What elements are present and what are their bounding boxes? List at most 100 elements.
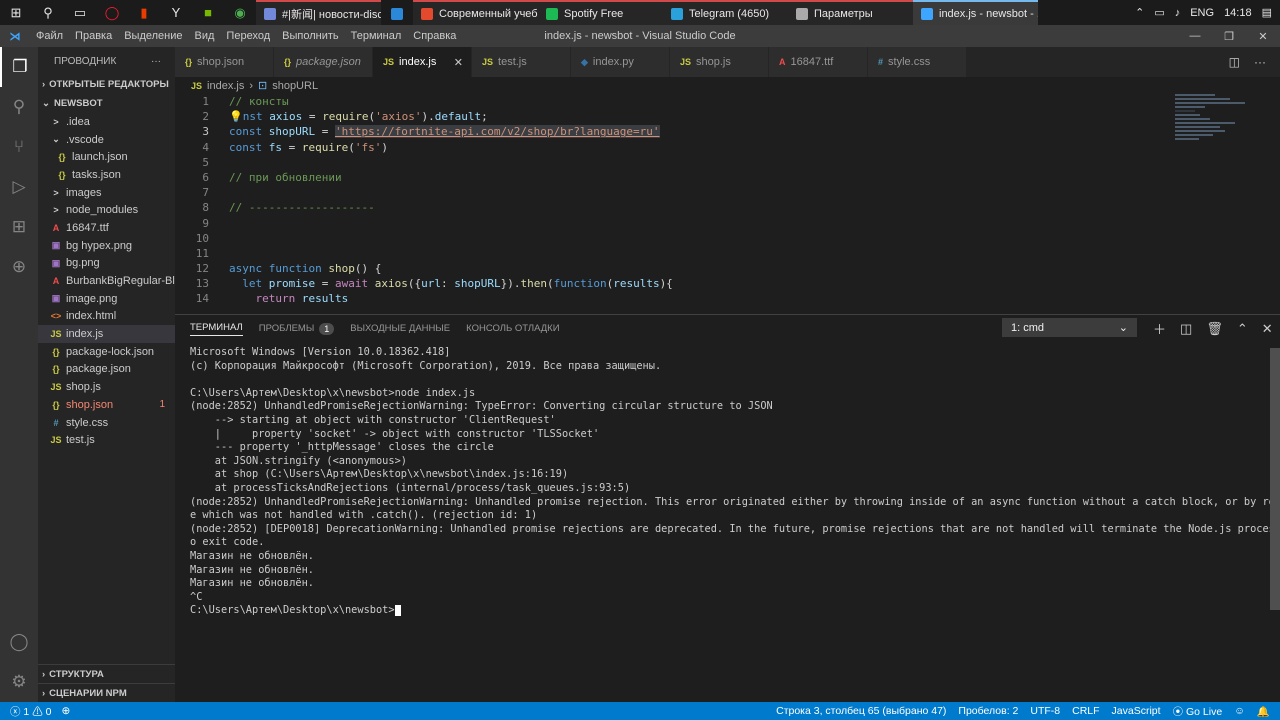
code-line[interactable]: 10 [175, 231, 1280, 246]
editor-tab[interactable]: # style.css [868, 47, 967, 77]
editor-tab[interactable]: JS shop.js [670, 47, 769, 77]
extensions-icon[interactable]: ⊞ [0, 207, 38, 247]
code-line[interactable]: 5 [175, 155, 1280, 170]
network-icon[interactable]: ▭ [1154, 6, 1164, 19]
breadcrumb-symbol[interactable]: shopURL [272, 80, 318, 92]
code-line[interactable]: 12 async function shop() { [175, 261, 1280, 276]
volume-icon[interactable]: ♪ [1175, 7, 1181, 19]
code-editor[interactable]: 1// консты 2 💡nst axios = require('axios')… [175, 94, 1280, 314]
new-terminal-icon[interactable]: ＋ [1153, 319, 1166, 338]
code-line[interactable]: 4 const fs = require('fs') [175, 140, 1280, 155]
search-view-icon[interactable]: ⚲ [0, 87, 38, 127]
tree-item[interactable]: # style.css [38, 414, 175, 432]
panel-tab[interactable]: ПРОБЛЕМЫ 1 [259, 315, 351, 342]
chrome-icon[interactable]: ◉ [224, 0, 256, 25]
panel-tab[interactable]: КОНСОЛЬ ОТЛАДКИ [466, 315, 575, 342]
code-line[interactable]: 6 // при обновлении [175, 170, 1280, 185]
taskbar-app[interactable]: Spotify Free [538, 0, 663, 25]
tree-item[interactable]: {} launch.json [38, 148, 175, 166]
source-control-icon[interactable]: ⑂ [0, 127, 38, 167]
taskbar-app[interactable]: Параметры [788, 0, 913, 25]
terminal-scrollbar[interactable] [1270, 348, 1280, 610]
maximize-panel-icon[interactable]: ⌃ [1237, 321, 1248, 337]
run-debug-icon[interactable]: ▷ [0, 167, 38, 207]
language-indicator[interactable]: ENG [1190, 7, 1214, 19]
office-icon[interactable]: ▮ [128, 0, 160, 25]
panel-tab[interactable]: ВЫХОДНЫЕ ДАННЫЕ [350, 315, 466, 342]
npm-scripts-section[interactable]: › СЦЕНАРИИ NPM [38, 683, 175, 702]
tree-item[interactable]: {} tasks.json [38, 166, 175, 184]
notifications-icon[interactable]: ▤ [1262, 6, 1272, 19]
breadcrumb-file[interactable]: index.js [207, 80, 244, 92]
accounts-icon[interactable]: ◯ [0, 622, 38, 662]
menu-item[interactable]: Терминал [345, 30, 408, 42]
tray-expand-icon[interactable]: ⌃ [1135, 6, 1144, 19]
code-line[interactable]: 1 // консты [175, 94, 1280, 109]
close-tab-icon[interactable]: ✕ [454, 56, 463, 69]
editor-tab[interactable]: JS index.js ✕ [373, 47, 472, 77]
menu-item[interactable]: Выделение [118, 30, 188, 42]
search-icon[interactable]: ⚲ [32, 0, 64, 25]
code-line[interactable]: 9 [175, 216, 1280, 231]
minimap[interactable] [1175, 94, 1270, 184]
code-line[interactable]: 8 // ------------------- [175, 200, 1280, 215]
language-mode[interactable]: JavaScript [1112, 705, 1161, 717]
more-actions-icon[interactable]: ··· [1254, 55, 1266, 69]
go-live-button[interactable]: ⦿ Go Live [1173, 704, 1223, 719]
yandex-icon[interactable]: Y [160, 0, 192, 25]
tree-item[interactable]: ▣ bg.png [38, 255, 175, 273]
code-line[interactable]: 14 return results [175, 291, 1280, 306]
menu-item[interactable]: Вид [189, 30, 221, 42]
terminal-selector[interactable]: 1: cmd ⌄ [1002, 318, 1137, 337]
tree-item[interactable]: > images [38, 184, 175, 202]
maximize-icon[interactable]: ❐ [1212, 30, 1246, 43]
editor-tab[interactable]: {} shop.json [175, 47, 274, 77]
taskbar-app[interactable] [381, 0, 413, 25]
taskbar-app[interactable]: index.js - newsbot - ... [913, 0, 1038, 25]
cursor-position[interactable]: Строка 3, столбец 65 (выбрано 47) [776, 705, 946, 717]
taskbar-app[interactable]: Современный учеб... [413, 0, 538, 25]
taskbar-app[interactable]: #|新闻| новости-discor... [256, 0, 381, 25]
tree-item[interactable]: {} shop.json 1 [38, 396, 175, 414]
menu-item[interactable]: Выполнить [276, 30, 344, 42]
panel-tab[interactable]: ТЕРМИНАЛ [190, 315, 259, 342]
menu-item[interactable]: Переход [220, 30, 276, 42]
remote-explorer-icon[interactable]: ⊕ [0, 247, 38, 287]
minimize-icon[interactable]: — [1178, 30, 1212, 43]
tree-item[interactable]: > .idea [38, 113, 175, 131]
menu-item[interactable]: Файл [30, 30, 69, 42]
outline-section[interactable]: › СТРУКТУРА [38, 664, 175, 683]
notifications-bell-icon[interactable]: 🔔 [1257, 705, 1270, 718]
indentation[interactable]: Пробелов: 2 [958, 705, 1018, 717]
project-section[interactable]: ⌄ NEWSBOT [38, 94, 175, 113]
line-ending[interactable]: CRLF [1072, 705, 1099, 717]
tree-item[interactable]: JS test.js [38, 431, 175, 449]
tree-item[interactable]: {} package-lock.json [38, 343, 175, 361]
windows-start-icon[interactable]: ⊞ [0, 0, 32, 25]
editor-tab[interactable]: A 16847.ttf [769, 47, 868, 77]
tree-item[interactable]: JS shop.js [38, 378, 175, 396]
tree-item[interactable]: <> index.html [38, 308, 175, 326]
editor-tab[interactable]: ◆ index.py [571, 47, 670, 77]
close-panel-icon[interactable]: ✕ [1262, 321, 1273, 337]
close-window-icon[interactable]: ✕ [1246, 30, 1280, 43]
menu-item[interactable]: Правка [69, 30, 118, 42]
more-actions-icon[interactable]: ··· [151, 56, 161, 67]
task-view-icon[interactable]: ▭ [64, 0, 96, 25]
tree-item[interactable]: JS index.js [38, 325, 175, 343]
problems-status[interactable]: ⓧ 1 ⚠ 0 [10, 704, 51, 719]
kill-terminal-icon[interactable]: 🗑 [1206, 321, 1223, 337]
editor-tab[interactable]: {} package.json [274, 47, 373, 77]
tree-item[interactable]: {} package.json [38, 361, 175, 379]
tree-item[interactable]: ▣ bg hypex.png [38, 237, 175, 255]
code-line[interactable]: 7 [175, 185, 1280, 200]
code-line[interactable]: 3 const shopURL = 'https://fortnite-api.c… [175, 124, 1280, 139]
tree-item[interactable]: A BurbankBigRegular-Bl... [38, 272, 175, 290]
feedback-icon[interactable]: ☺ [1234, 705, 1245, 717]
editor-tab[interactable]: JS test.js [472, 47, 571, 77]
explorer-icon[interactable]: ❐ [0, 47, 38, 87]
live-share-icon[interactable]: ⊕ [61, 705, 70, 717]
nvidia-icon[interactable]: ■ [192, 0, 224, 25]
tree-item[interactable]: ▣ image.png [38, 290, 175, 308]
taskbar-app[interactable]: Telegram (4650) [663, 0, 788, 25]
